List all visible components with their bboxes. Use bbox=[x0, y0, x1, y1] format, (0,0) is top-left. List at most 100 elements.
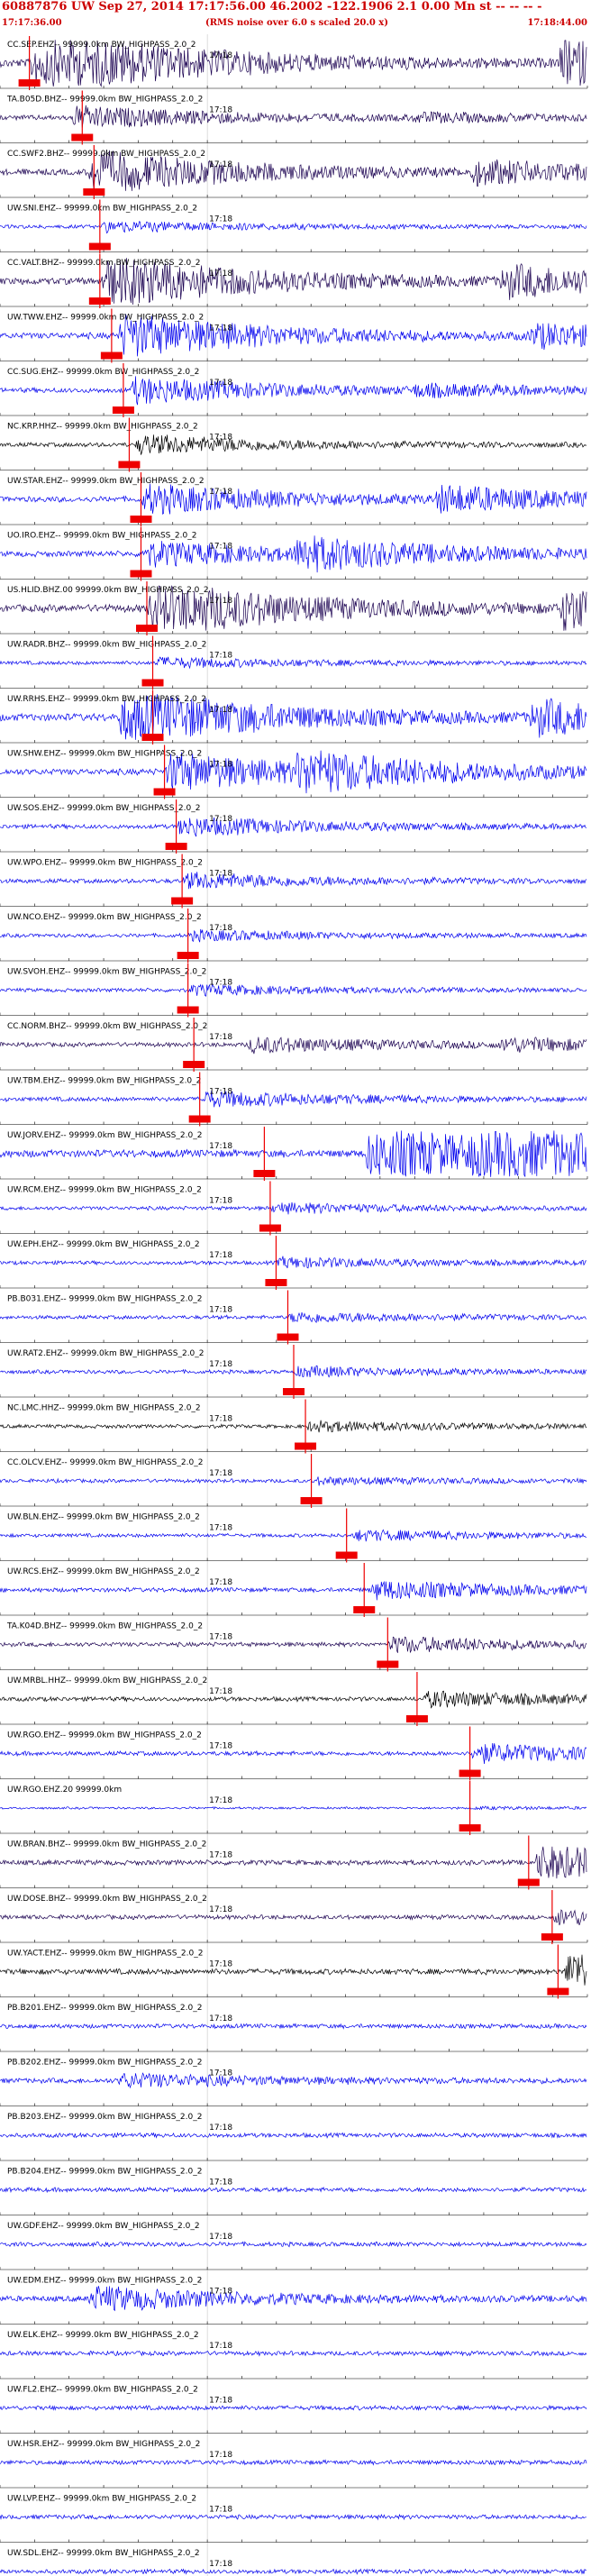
trace-label: UW.HSR.EHZ-- 99999.0km BW_HIGHPASS_2.0_2 bbox=[7, 2440, 200, 2449]
tick-label: 17:18 bbox=[209, 870, 232, 879]
tick-label: 17:18 bbox=[209, 1578, 232, 1587]
trace-35: UW.YACT.EHZ-- 99999.0km BW_HIGHPASS_2.0_… bbox=[0, 1944, 588, 1999]
tick-label: 17:18 bbox=[209, 815, 232, 824]
waveform bbox=[0, 1742, 587, 1765]
tick-label: 17:18 bbox=[209, 979, 232, 988]
trace-label: PB.B201.EHZ-- 99999.0km BW_HIGHPASS_2.0_… bbox=[7, 2004, 202, 2013]
waveform bbox=[0, 2241, 587, 2248]
trace-16: UW.NCO.EHZ-- 99999.0km BW_HIGHPASS_2.0_2… bbox=[0, 909, 588, 963]
pick-marker bbox=[295, 1442, 317, 1450]
waveform bbox=[0, 2513, 586, 2521]
trace-6: CC.SUG.EHZ-- 99999.0km BW_HIGHPASS_2.0_2… bbox=[0, 363, 588, 417]
trace-label: UW.RAT2.EHZ-- 99999.0km BW_HIGHPASS_2.0_… bbox=[7, 1349, 205, 1358]
trace-14: UW.SOS.EHZ-- 99999.0km BW_HIGHPASS_2.0_2… bbox=[0, 799, 588, 854]
pick-marker bbox=[253, 1170, 276, 1177]
pick-marker bbox=[130, 570, 152, 578]
tick-label: 17:18 bbox=[209, 1905, 232, 1914]
trace-27: UW.BLN.EHZ-- 99999.0km BW_HIGHPASS_2.0_2… bbox=[0, 1508, 588, 1563]
waveform bbox=[0, 2568, 586, 2575]
tick-label: 17:18 bbox=[209, 2014, 232, 2023]
trace-21: UW.RCM.EHZ-- 99999.0km BW_HIGHPASS_2.0_2… bbox=[0, 1181, 588, 1236]
trace-42: UW.ELK.EHZ-- 99999.0km BW_HIGHPASS_2.0_2… bbox=[0, 2331, 588, 2380]
trace-23: PB.B031.EHZ-- 99999.0km BW_HIGHPASS_2.0_… bbox=[0, 1290, 588, 1345]
pick-marker bbox=[459, 1769, 481, 1777]
trace-46: UW.SDL.EHZ-- 99999.0km BW_HIGHPASS_2.0_2… bbox=[0, 2549, 586, 2575]
tick-label: 17:18 bbox=[209, 488, 232, 497]
waveform bbox=[0, 1954, 587, 1986]
tick-label: 17:18 bbox=[209, 1687, 232, 1696]
waveform bbox=[0, 872, 587, 890]
waveform bbox=[0, 1805, 587, 1811]
trace-label: UW.SNI.EHZ-- 99999.0km BW_HIGHPASS_2.0_2 bbox=[7, 205, 197, 214]
waveform bbox=[0, 1846, 587, 1879]
tick-label: 17:18 bbox=[209, 1415, 232, 1424]
trace-33: UW.BRAN.BHZ-- 99999.0km BW_HIGHPASS_2.0_… bbox=[0, 1835, 588, 1890]
pick-marker bbox=[265, 1279, 287, 1286]
tick-label: 17:18 bbox=[209, 597, 232, 606]
tick-label: 17:18 bbox=[209, 2124, 232, 2133]
pick-marker bbox=[88, 297, 111, 305]
trace-36: PB.B201.EHZ-- 99999.0km BW_HIGHPASS_2.0_… bbox=[0, 2004, 588, 2052]
pick-marker bbox=[130, 516, 152, 523]
waveform bbox=[0, 483, 587, 516]
trace-13: UW.SHW.EHZ-- 99999.0km BW_HIGHPASS_2.0_2… bbox=[0, 744, 588, 799]
waveform bbox=[0, 1580, 587, 1601]
tick-label: 17:18 bbox=[209, 1197, 232, 1206]
tick-label: 17:18 bbox=[209, 706, 232, 715]
tick-label: 17:18 bbox=[209, 160, 232, 169]
trace-label: TA.K04D.BHZ-- 99999.0km BW_HIGHPASS_2.0_… bbox=[6, 1622, 203, 1631]
trace-label: CC.NORM.BHZ-- 99999.0km BW_HIGHPASS_2.0_… bbox=[7, 1022, 207, 1031]
tick-label: 17:18 bbox=[209, 1469, 232, 1478]
pick-marker bbox=[177, 1006, 199, 1014]
waveform bbox=[0, 1311, 587, 1323]
trace-label: UW.FL2.EHZ-- 99999.0km BW_HIGHPASS_2.0_2 bbox=[7, 2386, 198, 2395]
trace-label: CC.SWF2.BHZ-- 99999.0km BW_HIGHPASS_2.0_… bbox=[7, 150, 205, 159]
trace-4: CC.VALT.BHZ-- 99999.0km BW_HIGHPASS_2.0_… bbox=[0, 254, 588, 308]
trace-41: UW.EDM.EHZ-- 99999.0km BW_HIGHPASS_2.0_2… bbox=[0, 2277, 588, 2325]
waveform bbox=[0, 1037, 587, 1055]
waveform bbox=[0, 1201, 587, 1215]
pick-marker bbox=[177, 952, 199, 959]
trace-25: NC.LMC.HHZ-- 99999.0km BW_HIGHPASS_2.0_2… bbox=[0, 1399, 588, 1454]
pick-marker bbox=[188, 1115, 211, 1123]
trace-24: UW.RAT2.EHZ-- 99999.0km BW_HIGHPASS_2.0_… bbox=[0, 1345, 588, 1399]
pick-marker bbox=[165, 843, 187, 850]
tick-label: 17:18 bbox=[209, 106, 232, 115]
pick-marker bbox=[405, 1715, 428, 1722]
pick-marker bbox=[277, 1333, 299, 1341]
pick-marker bbox=[153, 788, 176, 796]
trace-label: CC.VALT.BHZ-- 99999.0km BW_HIGHPASS_2.0_… bbox=[7, 259, 200, 268]
tick-label: 17:18 bbox=[209, 1851, 232, 1860]
trace-28: UW.RCS.EHZ-- 99999.0km BW_HIGHPASS_2.0_2… bbox=[0, 1563, 588, 1617]
tick-label: 17:18 bbox=[209, 1524, 232, 1533]
waveform bbox=[0, 1909, 587, 1926]
tick-label: 17:18 bbox=[209, 215, 232, 224]
trace-label: UW.MRBL.HHZ-- 99999.0km BW_HIGHPASS_2.0_… bbox=[7, 1676, 207, 1685]
tick-label: 17:18 bbox=[209, 1796, 232, 1805]
tick-label: 17:18 bbox=[209, 2288, 232, 2297]
tick-label: 17:18 bbox=[209, 2179, 232, 2188]
trace-20: UW.JORV.EHZ-- 99999.0km BW_HIGHPASS_2.0_… bbox=[0, 1127, 588, 1181]
tick-label: 17:18 bbox=[209, 1142, 232, 1151]
pick-marker bbox=[335, 1551, 358, 1559]
waveform bbox=[0, 2132, 587, 2139]
trace-label: UW.TWW.EHZ-- 99999.0km BW_HIGHPASS_2.0_2 bbox=[7, 314, 204, 323]
trace-29: TA.K04D.BHZ-- 99999.0km BW_HIGHPASS_2.0_… bbox=[0, 1617, 588, 1672]
tick-label: 17:18 bbox=[209, 1306, 232, 1315]
tick-label: 17:18 bbox=[209, 2506, 232, 2515]
tick-label: 17:18 bbox=[209, 2397, 232, 2406]
pick-marker bbox=[100, 352, 123, 360]
tick-label: 17:18 bbox=[209, 1742, 232, 1751]
waveform bbox=[0, 434, 587, 455]
tick-label: 17:18 bbox=[209, 1033, 232, 1042]
waveform bbox=[0, 376, 587, 406]
trace-label: UW.RCM.EHZ-- 99999.0km BW_HIGHPASS_2.0_2 bbox=[7, 1186, 202, 1195]
trace-label: NC.LMC.HHZ-- 99999.0km BW_HIGHPASS_2.0_2 bbox=[7, 1404, 201, 1413]
trace-label: PB.B203.EHZ-- 99999.0km BW_HIGHPASS_2.0_… bbox=[7, 2113, 202, 2122]
trace-5: UW.TWW.EHZ-- 99999.0km BW_HIGHPASS_2.0_2… bbox=[0, 308, 588, 363]
seismogram-plot: CC.SEP.EHZ-- 99999.0km BW_HIGHPASS_2.0_2… bbox=[0, 34, 588, 2576]
pick-marker bbox=[283, 1388, 305, 1395]
trace-label: UW.JORV.EHZ-- 99999.0km BW_HIGHPASS_2.0_… bbox=[7, 1131, 202, 1140]
trace-32: UW.RGO.EHZ.20 99999.0km 17:18 bbox=[0, 1781, 588, 1835]
tick-label: 17:18 bbox=[209, 2342, 232, 2351]
